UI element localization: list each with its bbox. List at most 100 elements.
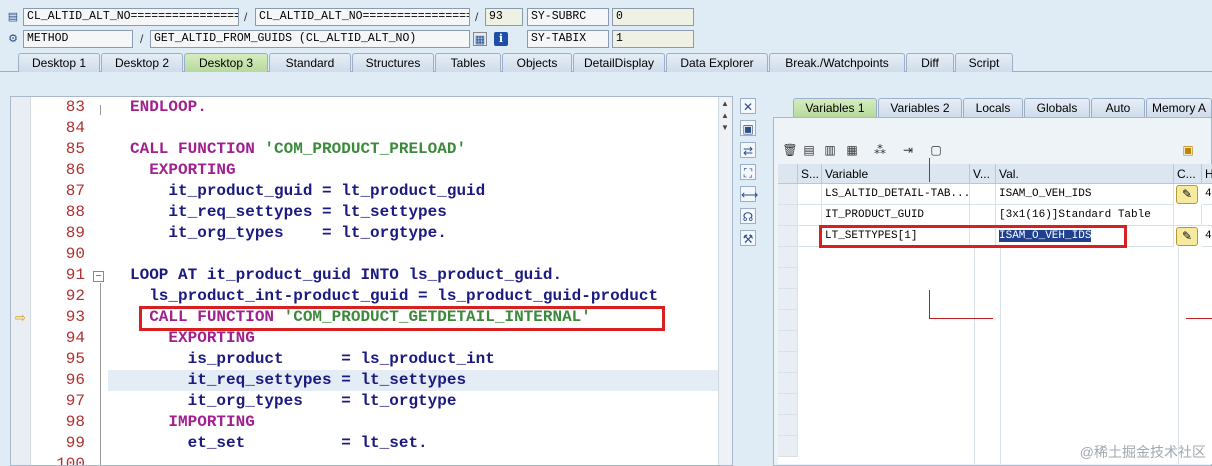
- code-line[interactable]: LOOP AT it_product_guid INTO ls_product_…: [130, 265, 718, 286]
- row-selector[interactable]: [778, 289, 798, 310]
- tab-data-explorer[interactable]: Data Explorer: [666, 53, 768, 72]
- delete-icon[interactable]: 🗑: [782, 142, 798, 158]
- scroll-up-icon[interactable]: ▲: [721, 99, 729, 108]
- tab-script[interactable]: Script: [955, 53, 1013, 72]
- separator: /: [140, 32, 144, 46]
- program-field[interactable]: CL_ALTID_ALT_NO=================...: [23, 8, 239, 26]
- row-selector[interactable]: [778, 268, 798, 289]
- code-line[interactable]: ls_product_int-product_guid = ls_product…: [130, 286, 718, 307]
- scroll-up-icon[interactable]: ▲: [721, 111, 729, 120]
- row-selector[interactable]: [778, 184, 798, 205]
- code-line[interactable]: [130, 244, 718, 265]
- tab-desktop-2[interactable]: Desktop 2: [101, 53, 183, 72]
- tab-diff[interactable]: Diff: [906, 53, 954, 72]
- row-selector[interactable]: [778, 226, 798, 247]
- col-header-sel: [778, 164, 798, 184]
- maximize-icon[interactable]: ⛶: [740, 164, 756, 180]
- tab-tables[interactable]: Tables: [435, 53, 501, 72]
- source-code-panel[interactable]: ⇨ − 83 84 85 86 87 88 89 90 91 92 93 94 …: [10, 96, 733, 466]
- code-line[interactable]: IMPORTING: [130, 412, 718, 433]
- tab-objects[interactable]: Objects: [502, 53, 572, 72]
- tab-structures[interactable]: Structures: [352, 53, 434, 72]
- tab-detaildisplay[interactable]: DetailDisplay: [573, 53, 665, 72]
- edit-pencil-icon[interactable]: ✎: [1176, 227, 1198, 246]
- row-selector[interactable]: [778, 373, 798, 394]
- navigate-icon[interactable]: ⇥: [900, 142, 916, 158]
- sy-subrc-label: SY-SUBRC: [527, 8, 609, 26]
- hierarchy-icon[interactable]: ⁂: [872, 142, 888, 158]
- resize-icon[interactable]: ⟷: [740, 186, 758, 202]
- cell-value[interactable]: ISAM_O_VEH_IDS: [996, 184, 1174, 205]
- edit-list-icon[interactable]: ▥: [822, 142, 838, 158]
- line-number: 87: [65, 182, 85, 200]
- cell-value[interactable]: [3x1(16)]Standard Table: [996, 205, 1174, 226]
- tab-standard[interactable]: Standard: [269, 53, 351, 72]
- method-name-field[interactable]: GET_ALTID_FROM_GUIDS (CL_ALTID_ALT_NO): [150, 30, 470, 48]
- code-line[interactable]: it_req_settypes = lt_settypes: [130, 202, 718, 223]
- line-number: 89: [65, 224, 85, 242]
- row-selector[interactable]: [778, 415, 798, 436]
- code-line[interactable]: it_product_guid = lt_product_guid: [130, 181, 718, 202]
- close-icon[interactable]: ✕: [740, 98, 756, 114]
- code-line[interactable]: ENDLOOP.: [130, 97, 718, 118]
- event-type-field[interactable]: METHOD: [23, 30, 133, 48]
- breakpoint-gutter[interactable]: [11, 97, 31, 465]
- cell-h: 49: [1202, 184, 1212, 205]
- edit-pencil-icon[interactable]: ✎: [1176, 185, 1198, 204]
- navigate-source-icon[interactable]: ▦: [473, 32, 487, 46]
- row-selector[interactable]: [778, 310, 798, 331]
- tab-desktop-3[interactable]: Desktop 3: [184, 53, 268, 72]
- variables-grid: S... Variable V... Val. C... H LS_ALTID_…: [778, 164, 1212, 464]
- code-line[interactable]: EXPORTING: [130, 328, 718, 349]
- cell-variable[interactable]: IT_PRODUCT_GUID: [822, 205, 970, 226]
- col-header-variable[interactable]: Variable: [822, 164, 970, 184]
- code-line[interactable]: [130, 118, 718, 139]
- col-header-value[interactable]: Val.: [996, 164, 1174, 184]
- detail-icon[interactable]: ▤: [801, 142, 817, 158]
- row-selector[interactable]: [778, 352, 798, 373]
- tab-memory[interactable]: Memory A: [1146, 98, 1212, 117]
- fold-guide: [100, 283, 101, 465]
- folder-icon[interactable]: ▢: [928, 142, 944, 158]
- code-line[interactable]: EXPORTING: [130, 160, 718, 181]
- code-line[interactable]: [130, 454, 718, 465]
- row-selector[interactable]: [778, 247, 798, 268]
- scroll-down-icon[interactable]: ▼: [721, 123, 729, 132]
- settings-icon[interactable]: ⚒: [740, 230, 756, 246]
- col-header-change[interactable]: C...: [1174, 164, 1202, 184]
- tab-auto[interactable]: Auto: [1091, 98, 1145, 117]
- fold-toggle-icon[interactable]: −: [93, 271, 104, 282]
- code-line[interactable]: CALL FUNCTION 'COM_PRODUCT_PRELOAD': [130, 139, 718, 160]
- line-number: 84: [65, 119, 85, 137]
- new-tool-icon[interactable]: ▣: [740, 120, 756, 136]
- tab-variables-2[interactable]: Variables 2: [878, 98, 962, 117]
- swap-tool-icon[interactable]: ⇄: [740, 142, 756, 158]
- line-number: 92: [65, 287, 85, 305]
- cell-variable[interactable]: LS_ALTID_DETAIL-TAB...: [822, 184, 970, 205]
- include-field[interactable]: CL_ALTID_ALT_NO=================...: [255, 8, 470, 26]
- code-line[interactable]: et_set = lt_set.: [130, 433, 718, 454]
- code-line-highlighted[interactable]: it_req_settypes = lt_settypes: [108, 370, 718, 391]
- row-selector[interactable]: [778, 331, 798, 352]
- code-line[interactable]: it_org_types = lt_orgtype.: [130, 223, 718, 244]
- export-icon[interactable]: ▦: [844, 142, 860, 158]
- row-selector[interactable]: [778, 394, 798, 415]
- col-header-v[interactable]: V...: [970, 164, 996, 184]
- col-header-h[interactable]: H: [1202, 164, 1212, 184]
- col-header-status[interactable]: S...: [798, 164, 822, 184]
- info-icon[interactable]: i: [494, 32, 508, 46]
- tab-desktop-1[interactable]: Desktop 1: [18, 53, 100, 72]
- row-selector[interactable]: [778, 205, 798, 226]
- cell-status: [798, 205, 822, 226]
- tab-break-watchpoints[interactable]: Break./Watchpoints: [769, 53, 905, 72]
- tab-locals[interactable]: Locals: [963, 98, 1023, 117]
- tab-globals[interactable]: Globals: [1024, 98, 1090, 117]
- code-line[interactable]: it_org_types = lt_orgtype: [130, 391, 718, 412]
- line-number: 93: [65, 308, 85, 326]
- tab-variables-1[interactable]: Variables 1: [793, 98, 877, 117]
- code-line[interactable]: is_product = ls_product_int: [130, 349, 718, 370]
- row-selector[interactable]: [778, 436, 798, 457]
- service-icon[interactable]: ☊: [740, 208, 756, 224]
- code-scrollbar[interactable]: ▲ ▲ ▼: [718, 97, 732, 465]
- save-icon[interactable]: ▣: [1180, 142, 1196, 158]
